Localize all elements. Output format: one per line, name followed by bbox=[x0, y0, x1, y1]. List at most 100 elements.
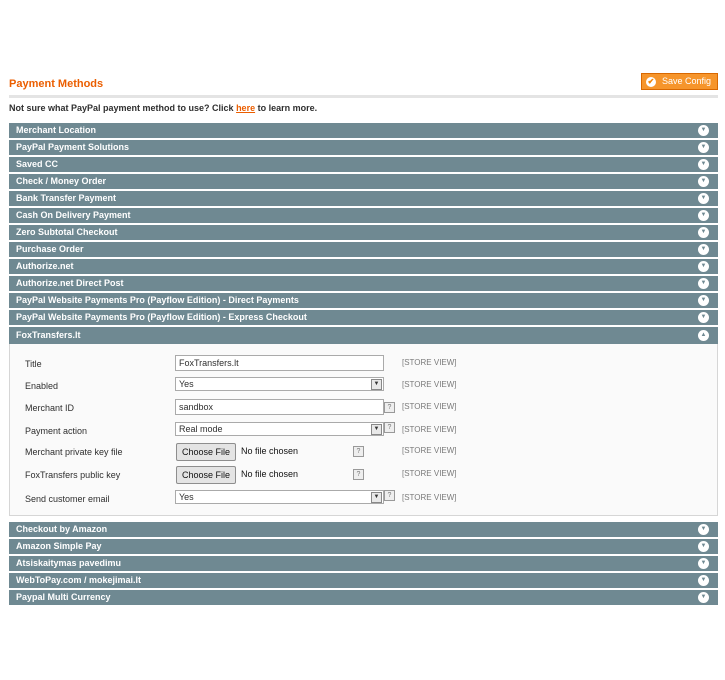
select-value: Real mode bbox=[179, 424, 223, 434]
choose-file-button[interactable]: Choose File bbox=[176, 443, 237, 461]
choose-file-button[interactable]: Choose File bbox=[176, 466, 237, 484]
merchant-id-input[interactable]: sandbox bbox=[175, 399, 384, 415]
chevron-down-icon[interactable]: ▼ bbox=[698, 261, 709, 272]
chevron-down-icon[interactable]: ▼ bbox=[698, 278, 709, 289]
section-amazon-simple-pay[interactable]: Amazon Simple Pay ▼ bbox=[9, 539, 718, 556]
hint-link[interactable]: here bbox=[236, 103, 255, 113]
help-icon[interactable]: ? bbox=[384, 422, 395, 433]
check-circle-icon: ✔ bbox=[645, 76, 656, 87]
chevron-down-icon[interactable]: ▼ bbox=[698, 575, 709, 586]
section-foxtransfers[interactable]: FoxTransfers.lt ▲ bbox=[9, 327, 718, 344]
section-label: Paypal Multi Currency bbox=[16, 592, 111, 602]
chevron-down-icon[interactable]: ▼ bbox=[698, 312, 709, 323]
field-enabled: Enabled Yes ▼ [STORE VIEW] bbox=[10, 377, 717, 395]
field-label: Send customer email bbox=[25, 494, 110, 504]
page-title: Payment Methods bbox=[9, 78, 104, 90]
section-saved-cc[interactable]: Saved CC ▼ bbox=[9, 157, 718, 174]
scope-label: [STORE VIEW] bbox=[402, 358, 457, 367]
section-bank-transfer[interactable]: Bank Transfer Payment ▼ bbox=[9, 191, 718, 208]
chevron-down-icon[interactable]: ▼ bbox=[698, 210, 709, 221]
chevron-down-icon[interactable]: ▼ bbox=[698, 227, 709, 238]
field-label: Enabled bbox=[25, 381, 59, 391]
hint-suffix: to learn more. bbox=[255, 103, 318, 113]
section-purchase-order[interactable]: Purchase Order ▼ bbox=[9, 242, 718, 259]
select-value: Yes bbox=[179, 379, 194, 389]
section-merchant-location[interactable]: Merchant Location ▼ bbox=[9, 123, 718, 140]
section-label: Merchant Location bbox=[16, 125, 97, 135]
section-authorize-net[interactable]: Authorize.net ▼ bbox=[9, 259, 718, 276]
chevron-down-icon[interactable]: ▼ bbox=[698, 592, 709, 603]
section-zero-subtotal[interactable]: Zero Subtotal Checkout ▼ bbox=[9, 225, 718, 242]
enabled-select[interactable]: Yes ▼ bbox=[175, 377, 384, 391]
chevron-down-icon[interactable]: ▼ bbox=[698, 541, 709, 552]
send-email-select[interactable]: Yes ▼ bbox=[175, 490, 384, 504]
chevron-down-icon[interactable]: ▼ bbox=[698, 193, 709, 204]
section-webtopay[interactable]: WebToPay.com / mokejimai.lt ▼ bbox=[9, 573, 718, 590]
field-title: Title FoxTransfers.lt [STORE VIEW] bbox=[10, 355, 717, 373]
chevron-down-icon[interactable]: ▼ bbox=[698, 244, 709, 255]
field-merchant-id: Merchant ID sandbox ? [STORE VIEW] bbox=[10, 399, 717, 417]
section-label: PayPal Website Payments Pro (Payflow Edi… bbox=[16, 312, 307, 322]
title-input[interactable]: FoxTransfers.lt bbox=[175, 355, 384, 371]
field-label: FoxTransfers public key bbox=[25, 470, 121, 480]
section-checkout-by-amazon[interactable]: Checkout by Amazon ▼ bbox=[9, 522, 718, 539]
section-label: Bank Transfer Payment bbox=[16, 193, 117, 203]
help-icon[interactable]: ? bbox=[353, 469, 364, 480]
field-payment-action: Payment action Real mode ▼ ? [STORE VIEW] bbox=[10, 422, 717, 440]
page-header: Payment Methods ✔ Save Config bbox=[9, 73, 718, 98]
foxtransfers-panel: Title FoxTransfers.lt [STORE VIEW] Enabl… bbox=[9, 344, 718, 516]
chevron-down-icon[interactable]: ▼ bbox=[698, 176, 709, 187]
chevron-down-icon[interactable]: ▼ bbox=[698, 295, 709, 306]
section-label: Authorize.net bbox=[16, 261, 74, 271]
scope-label: [STORE VIEW] bbox=[402, 493, 457, 502]
payment-sections: Merchant Location ▼ PayPal Payment Soluti… bbox=[9, 123, 718, 607]
field-label: Payment action bbox=[25, 426, 88, 436]
field-send-email: Send customer email Yes ▼ ? [STORE VIEW] bbox=[10, 490, 717, 508]
chevron-down-icon: ▼ bbox=[371, 492, 382, 503]
scope-label: [STORE VIEW] bbox=[402, 380, 457, 389]
section-label: Authorize.net Direct Post bbox=[16, 278, 124, 288]
scope-label: [STORE VIEW] bbox=[402, 402, 457, 411]
chevron-down-icon: ▼ bbox=[371, 379, 382, 390]
help-icon[interactable]: ? bbox=[384, 402, 395, 413]
file-status: No file chosen bbox=[241, 469, 299, 479]
section-paypal-multi-currency[interactable]: Paypal Multi Currency ▼ bbox=[9, 590, 718, 607]
section-label: Atsiskaitymas pavedimu bbox=[16, 558, 122, 568]
paypal-hint: Not sure what PayPal payment method to u… bbox=[9, 103, 317, 113]
section-paypal-payment-solutions[interactable]: PayPal Payment Solutions ▼ bbox=[9, 140, 718, 157]
section-label: Cash On Delivery Payment bbox=[16, 210, 131, 220]
section-atsiskaitymas-pavedimu[interactable]: Atsiskaitymas pavedimu ▼ bbox=[9, 556, 718, 573]
file-status: No file chosen bbox=[241, 446, 299, 456]
chevron-down-icon[interactable]: ▼ bbox=[698, 524, 709, 535]
section-cash-on-delivery[interactable]: Cash On Delivery Payment ▼ bbox=[9, 208, 718, 225]
field-label: Title bbox=[25, 359, 42, 369]
section-payflow-direct[interactable]: PayPal Website Payments Pro (Payflow Edi… bbox=[9, 293, 718, 310]
scope-label: [STORE VIEW] bbox=[402, 469, 457, 478]
section-label: Purchase Order bbox=[16, 244, 84, 254]
section-label: Zero Subtotal Checkout bbox=[16, 227, 118, 237]
chevron-down-icon[interactable]: ▼ bbox=[698, 142, 709, 153]
save-config-button[interactable]: ✔ Save Config bbox=[640, 73, 718, 90]
section-label: FoxTransfers.lt bbox=[16, 330, 81, 340]
hint-text: Not sure what PayPal payment method to u… bbox=[9, 103, 237, 113]
chevron-down-icon[interactable]: ▼ bbox=[698, 558, 709, 569]
section-payflow-express[interactable]: PayPal Website Payments Pro (Payflow Edi… bbox=[9, 310, 718, 327]
help-icon[interactable]: ? bbox=[353, 446, 364, 457]
save-config-label: Save Config bbox=[661, 76, 711, 86]
section-label: WebToPay.com / mokejimai.lt bbox=[16, 575, 142, 585]
section-authorize-net-direct-post[interactable]: Authorize.net Direct Post ▼ bbox=[9, 276, 718, 293]
chevron-down-icon: ▼ bbox=[371, 424, 382, 435]
chevron-down-icon[interactable]: ▼ bbox=[698, 125, 709, 136]
chevron-down-icon[interactable]: ▼ bbox=[698, 159, 709, 170]
section-label: Saved CC bbox=[16, 159, 59, 169]
help-icon[interactable]: ? bbox=[384, 490, 395, 501]
payment-action-select[interactable]: Real mode ▼ bbox=[175, 422, 384, 436]
scope-label: [STORE VIEW] bbox=[402, 446, 457, 455]
chevron-up-icon[interactable]: ▲ bbox=[698, 330, 709, 341]
section-label: PayPal Website Payments Pro (Payflow Edi… bbox=[16, 295, 299, 305]
section-check-money-order[interactable]: Check / Money Order ▼ bbox=[9, 174, 718, 191]
select-value: Yes bbox=[179, 492, 194, 502]
scope-label: [STORE VIEW] bbox=[402, 425, 457, 434]
field-label: Merchant private key file bbox=[25, 447, 123, 457]
section-label: Amazon Simple Pay bbox=[16, 541, 102, 551]
